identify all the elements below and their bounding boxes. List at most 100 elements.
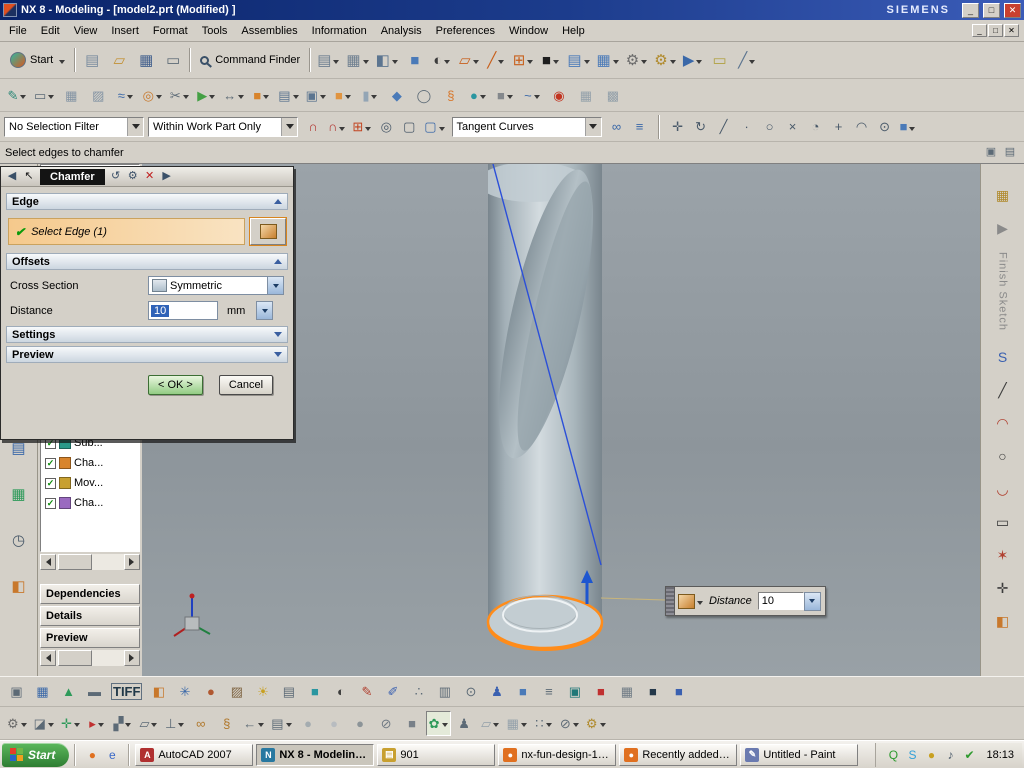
gray-block-icon-dropdown[interactable] [506,95,513,102]
tray-chat-icon[interactable]: S [903,746,921,764]
task-button[interactable]: ● nx-fun-design-1.s... [498,743,617,766]
chamfer-option-button[interactable] [675,593,706,609]
revolve-icon-dropdown[interactable] [155,95,162,102]
scroll-left-button[interactable] [40,650,56,666]
menu-assemblies[interactable]: Assemblies [234,22,304,40]
task-button[interactable]: N NX 8 - Modeling ... [256,743,375,766]
add-view-icon[interactable]: ✛ [58,711,83,736]
cancel-button[interactable]: Cancel [218,375,274,395]
plane-light-icon-dropdown[interactable] [493,723,500,730]
menu-format[interactable]: Format [146,22,195,40]
wedge-icon[interactable]: ◆ [384,82,410,108]
dialog-gear-icon[interactable]: ⚙ [125,169,141,185]
material-icon[interactable]: ● [198,679,223,704]
datum-csys-icon[interactable]: ⊞ [510,47,537,73]
section-icon[interactable]: § [214,711,239,736]
point-icon[interactable]: ✛ [989,575,1017,601]
tangent-point-icon[interactable]: ◠ [851,116,873,138]
dialog-reset-icon[interactable]: ↺ [108,169,124,185]
red-block-icon[interactable]: ■ [588,679,613,704]
extrude-direction-icon[interactable]: ▶ [193,82,219,108]
dots-icon-dropdown[interactable] [545,723,552,730]
finish-sketch-flag-icon[interactable]: ▶ [989,215,1017,241]
render-style-icon[interactable]: ◐ [429,47,455,73]
select-edge-button[interactable] [249,217,287,246]
menu-insert[interactable]: Insert [104,22,146,40]
plane-icon-dropdown[interactable] [151,723,158,730]
drag-handle[interactable] [666,587,675,615]
view-layout-icon[interactable]: ▦ [343,47,371,73]
machining-gear-icon-dropdown[interactable] [641,60,648,67]
scene-icon[interactable]: ▤ [276,679,301,704]
teal-cube-icon[interactable]: ▣ [562,679,587,704]
command-finder-button[interactable]: Command Finder [194,52,306,68]
true-shading-icon[interactable]: ■ [302,679,327,704]
sketch-icon-dropdown[interactable] [20,95,27,102]
palette-icon[interactable]: ◧ [146,679,171,704]
spline-icon[interactable]: ≈ [112,82,138,108]
navigator-section-dependencies[interactable]: Dependencies [40,584,140,604]
view-gear-icon-dropdown[interactable] [20,723,27,730]
doc-restore-button[interactable]: □ [988,24,1003,37]
flag-icon[interactable]: ▸ [84,711,109,736]
ellipse-dark-icon[interactable]: ● [348,711,373,736]
tree-horizontal-scrollbar[interactable] [40,554,140,570]
settings-expand-icon[interactable] [274,332,282,341]
gray-square-icon[interactable]: ■ [400,711,425,736]
user-view-icon[interactable]: ♟ [484,679,509,704]
ellipse-icon[interactable]: ◯ [411,82,437,108]
texture-icon[interactable]: ▨ [224,679,249,704]
ink-pen-icon[interactable]: ✐ [380,679,405,704]
block-icon-dropdown[interactable] [263,95,270,102]
gear-gold-icon[interactable]: ⚙ [583,711,609,736]
tray-volume-icon[interactable]: ♪ [941,746,959,764]
maximize-button[interactable]: □ [983,2,1000,18]
cylinder-icon-dropdown[interactable] [371,95,378,102]
panel-horizontal-scrollbar[interactable] [40,650,140,666]
floating-distance-spinner[interactable] [803,591,821,611]
selection-scope-dropdown-icon[interactable] [281,117,297,136]
chamfer-option-dropdown-icon[interactable] [697,601,703,608]
drafting-sheet-icon[interactable]: ▤ [564,47,592,73]
cross-section-dropdown-icon[interactable] [267,277,283,294]
task-button[interactable]: ✎ Untitled - Paint [740,743,859,766]
arc-icon[interactable]: ◠ [989,410,1017,436]
art-pen-icon[interactable]: ✎ [354,679,379,704]
render-leaf-icon[interactable]: ✿ [425,710,451,736]
note-icon-dropdown[interactable] [285,723,292,730]
dots-icon[interactable]: ∷ [531,711,556,736]
marquee-select-icon[interactable]: ▢ [421,116,447,138]
block-icon[interactable]: ■ [248,82,274,108]
menu-edit[interactable]: Edit [34,22,67,40]
roles-icon[interactable]: ◧ [7,574,31,598]
selection-filter-combo[interactable]: No Selection Filter [4,116,144,137]
tools-gear-icon-dropdown[interactable] [669,60,676,67]
menu-view[interactable]: View [67,22,105,40]
blue-cube-icon[interactable]: ■ [666,679,691,704]
layers-icon[interactable]: ≡ [536,679,561,704]
dialog-close-icon[interactable]: ✕ [142,169,158,185]
feature-checkbox[interactable]: ✓ [45,497,56,509]
hatch-icon[interactable]: ▨ [85,82,111,108]
analysis-slope-icon-dropdown[interactable] [749,60,756,67]
task-button[interactable]: ▤ 901 [377,743,496,766]
circle-icon[interactable]: ○ [989,443,1017,469]
window-icon-dropdown[interactable] [319,95,326,102]
task-button[interactable]: ● Recently added N... [619,743,738,766]
chart-icon[interactable]: ▲ [56,679,81,704]
datum-axis-icon[interactable]: ╱ [483,47,509,73]
spline-icon-dropdown[interactable] [126,95,133,102]
curve-rule-combo[interactable]: Tangent Curves [451,116,602,137]
arc-quadrant-icon[interactable]: ◔ [805,116,827,138]
freeform-surface-icon-dropdown[interactable] [533,95,540,102]
chamfer-dialog-header[interactable]: ◀ ↖ Chamfer ↺ ⚙ ✕ ▶ [1,167,293,187]
none-icon[interactable]: ⊘ [557,711,582,736]
measure-icon[interactable]: ▭ [707,47,733,73]
scrollbar-track[interactable] [56,554,124,570]
selection-filter-dropdown-icon[interactable] [127,117,143,136]
menu-window[interactable]: Window [502,22,555,40]
rotate-snap-icon[interactable]: ↻ [690,116,712,138]
intersection-point-icon[interactable]: × [782,116,804,138]
shaded-view-icon[interactable]: ■ [402,47,428,73]
sketch-palette-icon[interactable]: ◧ [989,608,1017,634]
